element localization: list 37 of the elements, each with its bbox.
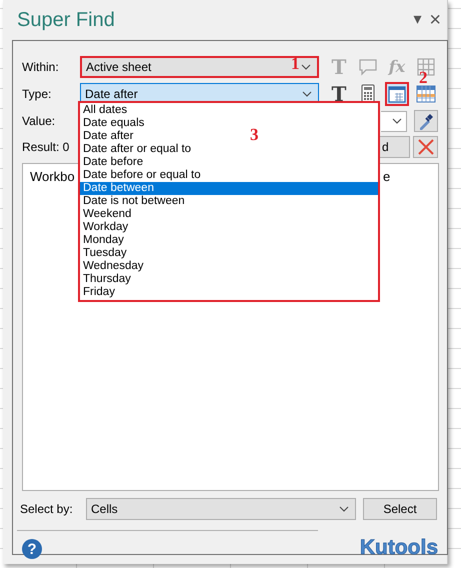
text-icon: T bbox=[332, 84, 346, 104]
dropdown-option[interactable]: Monday bbox=[80, 234, 124, 247]
dropdown-option[interactable]: Date after bbox=[80, 130, 134, 143]
dropdown-option[interactable]: Date between bbox=[80, 182, 378, 195]
annotation-number: 2 bbox=[419, 68, 428, 88]
dropdown-option[interactable]: Workday bbox=[80, 221, 128, 234]
dropdown-option[interactable]: Date is not between bbox=[80, 195, 185, 208]
dropdown-option[interactable]: Thursday bbox=[80, 273, 131, 286]
field-label: Value: bbox=[22, 114, 56, 128]
dropdown-option[interactable]: Date before bbox=[80, 156, 144, 169]
find-button[interactable]: d bbox=[380, 136, 410, 158]
field-label: Within: bbox=[22, 60, 60, 74]
pane-menu-button[interactable]: ▾ bbox=[413, 12, 422, 28]
brand-logo: Kutools bbox=[360, 537, 438, 558]
help-button[interactable]: ? bbox=[22, 539, 42, 559]
dropdown-option[interactable]: Wednesday bbox=[80, 260, 144, 273]
column-header: Workbo bbox=[30, 169, 75, 184]
dropdown-value: Date after bbox=[85, 87, 138, 101]
dropdown-option[interactable]: Date before or equal to bbox=[80, 169, 201, 182]
select-by-dropdown[interactable]: Cells bbox=[86, 498, 356, 520]
dropdown-option[interactable]: All dates bbox=[80, 104, 128, 117]
dropdown-option[interactable]: Date after or equal to bbox=[80, 143, 192, 156]
annotation-number: 1 bbox=[291, 54, 300, 74]
result-count: Result: 0 bbox=[22, 140, 70, 154]
dropdown-option[interactable]: Tuesday bbox=[80, 247, 127, 260]
column-header: e bbox=[383, 169, 390, 184]
field-label: Type: bbox=[22, 87, 52, 101]
dropdown-value: Active sheet bbox=[86, 60, 152, 74]
select-button[interactable]: Select bbox=[363, 498, 437, 520]
dropdown-option[interactable]: Date equals bbox=[80, 117, 144, 130]
close-button[interactable]: × bbox=[429, 10, 441, 30]
annotation-number: 3 bbox=[250, 125, 258, 145]
dropdown-option[interactable]: Weekend bbox=[80, 208, 132, 221]
pane-title: Super Find bbox=[17, 8, 116, 32]
dropdown-value: Cells bbox=[91, 502, 118, 516]
dropdown-option[interactable]: Friday bbox=[80, 286, 115, 299]
field-label: Select by: bbox=[20, 502, 74, 516]
